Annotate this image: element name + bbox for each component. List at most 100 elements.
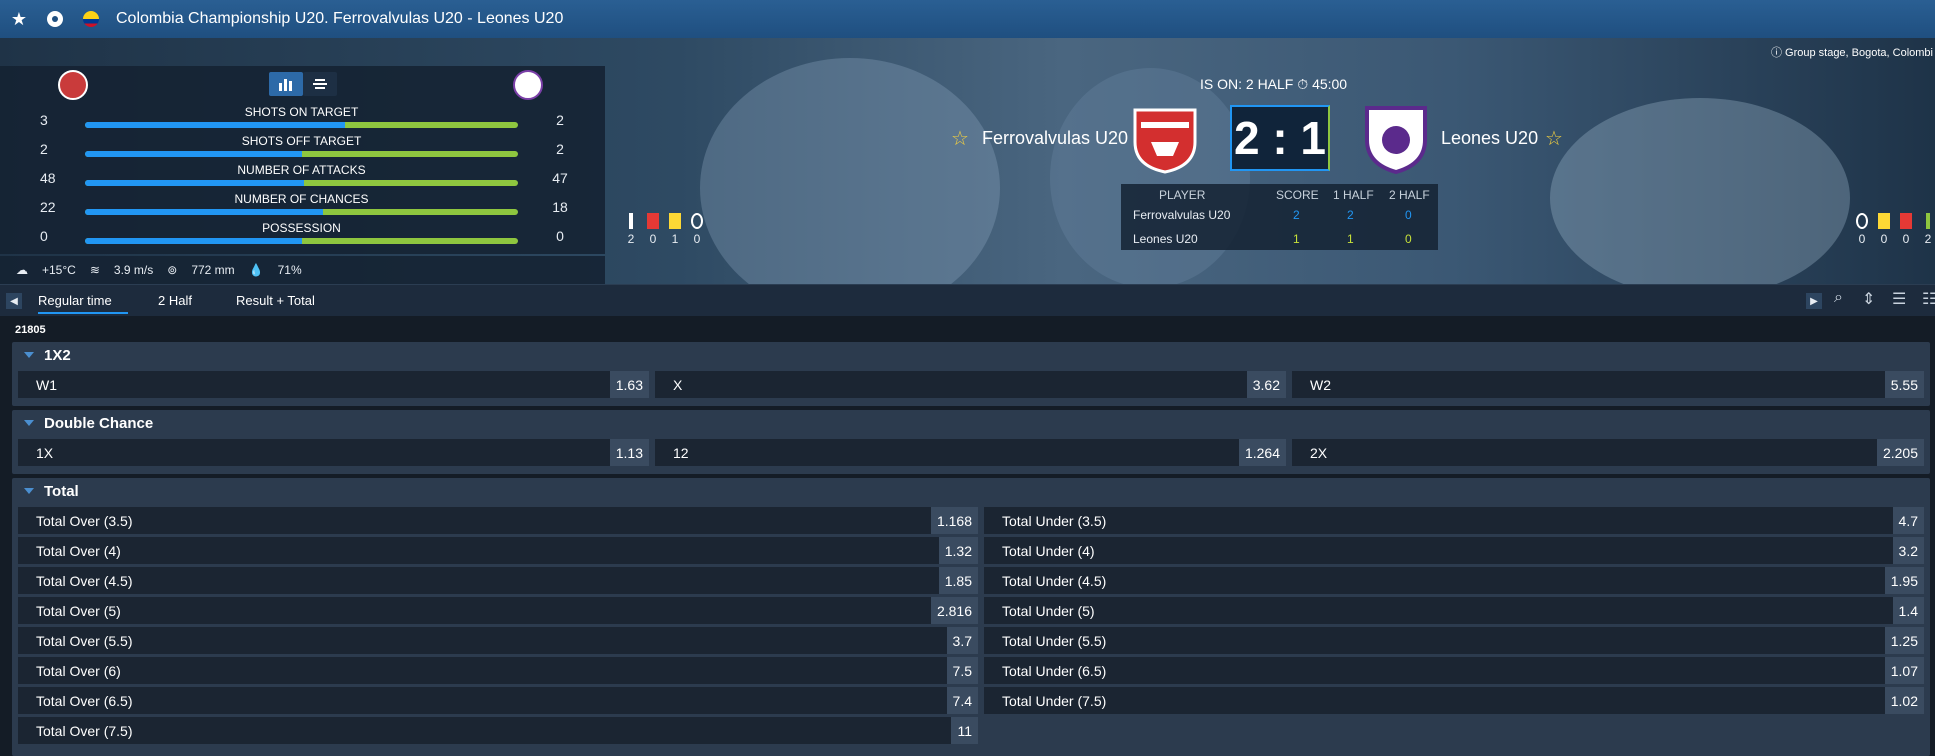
stat-home-value: 48	[40, 170, 56, 186]
info-icon: ⓘ	[1770, 47, 1786, 59]
colombia-flag-icon	[80, 8, 102, 30]
star-icon[interactable]: ★	[8, 8, 30, 30]
stat-label: NUMBER OF ATTACKS	[237, 163, 366, 177]
favorite-away-star-icon[interactable]: ☆	[1545, 126, 1563, 151]
odd-value[interactable]: 1.13	[609, 439, 649, 466]
market-group-1x2: 1X2 W1 1.63 X 3.62 W2 5.55	[12, 342, 1930, 406]
temperature: +15°C	[42, 263, 76, 277]
stat-row: 48 NUMBER OF ATTACKS 47	[0, 163, 605, 192]
odd-value[interactable]: 1.02	[1884, 687, 1924, 714]
favorite-home-star-icon[interactable]: ☆	[951, 126, 969, 151]
corner-stat: 2	[620, 213, 642, 246]
odd-value[interactable]: 2.205	[1876, 439, 1924, 466]
home-team-name: Ferrovalvulas U20	[982, 128, 1129, 148]
odd-value[interactable]: 1.4	[1892, 597, 1924, 624]
red-card-stat: 0	[642, 213, 664, 246]
home-card-stats: 2 0 1 0	[620, 213, 708, 246]
location-info: ⓘ Group stage, Bogota, Colombi	[1770, 47, 1933, 59]
bet-2x[interactable]: 2X 2.205	[1292, 439, 1924, 466]
match-clock: 45:00	[1312, 76, 1348, 92]
bet-total-under[interactable]: Total Under (7.5) 1.02	[984, 687, 1924, 714]
odd-value[interactable]: 1.85	[938, 567, 978, 594]
odd-value[interactable]: 1.32	[938, 537, 978, 564]
bet-total-over[interactable]: Total Over (5.5) 3.7	[18, 627, 978, 654]
stat-bar-home-fill	[85, 151, 302, 157]
row-home-score: 2	[1293, 208, 1300, 222]
stats-chart-toggle[interactable]	[269, 72, 303, 96]
odd-value[interactable]: 4.7	[1892, 507, 1924, 534]
group-header[interactable]: Double Chance	[12, 410, 1930, 436]
header-1-half: 1 HALF	[1333, 188, 1374, 202]
scroll-left-icon[interactable]: ◀	[6, 293, 22, 309]
bet-w1[interactable]: W1 1.63	[18, 371, 649, 398]
page-title: Colombia Championship U20. Ferrovalvulas…	[116, 10, 564, 27]
bet-total-over[interactable]: Total Over (6) 7.5	[18, 657, 978, 684]
bet-total-under[interactable]: Total Under (4) 3.2	[984, 537, 1924, 564]
stats-list-toggle[interactable]	[303, 72, 337, 96]
collapse-icon[interactable]: ⇕	[1862, 289, 1875, 309]
odd-value[interactable]: 1.63	[609, 371, 649, 398]
odd-value[interactable]: 1.25	[1884, 627, 1924, 654]
tab-result-total[interactable]: Result + Total	[236, 293, 315, 308]
stat-home-value: 0	[40, 228, 48, 244]
bet-w2[interactable]: W2 5.55	[1292, 371, 1924, 398]
scroll-right-icon[interactable]: ▶	[1806, 293, 1822, 309]
group-header[interactable]: Total	[12, 478, 1930, 504]
bet-total-over[interactable]: Total Over (6.5) 7.4	[18, 687, 978, 714]
bet-12[interactable]: 12 1.264	[655, 439, 1286, 466]
odd-value[interactable]: 1.264	[1238, 439, 1286, 466]
bet-total-over[interactable]: Total Over (7.5) 11	[18, 717, 978, 744]
tab-2-half[interactable]: 2 Half	[158, 293, 192, 308]
corner-flag-icon	[1926, 213, 1930, 229]
two-column-icon[interactable]: ☷	[1922, 289, 1935, 309]
odd-value[interactable]: 1.95	[1884, 567, 1924, 594]
bet-total-under[interactable]: Total Under (5.5) 1.25	[984, 627, 1924, 654]
collapse-arrow-icon	[24, 420, 34, 426]
bet-x[interactable]: X 3.62	[655, 371, 1286, 398]
stat-row: 2 SHOTS OFF TARGET 2	[0, 134, 605, 163]
odd-value[interactable]: 5.55	[1884, 371, 1924, 398]
odd-value[interactable]: 1.07	[1884, 657, 1924, 684]
pressure-icon: ⊚	[167, 263, 178, 277]
odd-value[interactable]: 2.816	[930, 597, 978, 624]
penalty-stat: 0	[1851, 213, 1873, 246]
bet-total-under[interactable]: Total Under (4.5) 1.95	[984, 567, 1924, 594]
corner-flag-icon	[629, 213, 633, 229]
group-header[interactable]: 1X2	[12, 342, 1930, 368]
yellow-card-stat: 1	[664, 213, 686, 246]
weather-bar: ☁ +15°C ≋ 3.9 m/s ⊚ 772 mm 💧 71%	[0, 256, 605, 284]
red-card-stat: 0	[1895, 213, 1917, 246]
tab-regular-time[interactable]: Regular time	[38, 293, 128, 314]
bet-total-over[interactable]: Total Over (5) 2.816	[18, 597, 978, 624]
odd-value[interactable]: 3.7	[946, 627, 978, 654]
penalty-stat: 0	[686, 213, 708, 246]
stat-home-value: 22	[40, 199, 56, 215]
bet-total-over[interactable]: Total Over (3.5) 1.168	[18, 507, 978, 534]
list-icon	[313, 79, 327, 89]
bet-total-under[interactable]: Total Under (6.5) 1.07	[984, 657, 1924, 684]
away-team-crest	[1363, 102, 1429, 175]
soccer-ball-icon	[44, 8, 66, 30]
bet-total-under[interactable]: Total Under (3.5) 4.7	[984, 507, 1924, 534]
bet-1x[interactable]: 1X 1.13	[18, 439, 649, 466]
stat-away-value: 2	[556, 112, 564, 128]
row-home-team: Ferrovalvulas U20	[1133, 208, 1231, 222]
stat-bar-home-fill	[85, 122, 345, 128]
odd-value[interactable]: 3.2	[1892, 537, 1924, 564]
odd-value[interactable]: 3.62	[1246, 371, 1286, 398]
bet-total-under[interactable]: Total Under (5) 1.4	[984, 597, 1924, 624]
odd-value[interactable]: 7.5	[946, 657, 978, 684]
stat-row: 0 POSSESSION 0	[0, 221, 605, 250]
odd-value[interactable]: 7.4	[946, 687, 978, 714]
odd-value[interactable]: 11	[951, 717, 978, 744]
search-icon[interactable]: ⌕	[1834, 289, 1843, 307]
stat-away-value: 0	[556, 228, 564, 244]
single-column-icon[interactable]: ☰	[1892, 289, 1906, 309]
odd-value[interactable]: 1.168	[930, 507, 978, 534]
row-home-h2: 0	[1405, 208, 1412, 222]
bet-total-over[interactable]: Total Over (4.5) 1.85	[18, 567, 978, 594]
stat-label: SHOTS OFF TARGET	[241, 134, 362, 148]
home-team-crest	[1131, 102, 1199, 174]
stat-bar	[85, 180, 518, 186]
bet-total-over[interactable]: Total Over (4) 1.32	[18, 537, 978, 564]
